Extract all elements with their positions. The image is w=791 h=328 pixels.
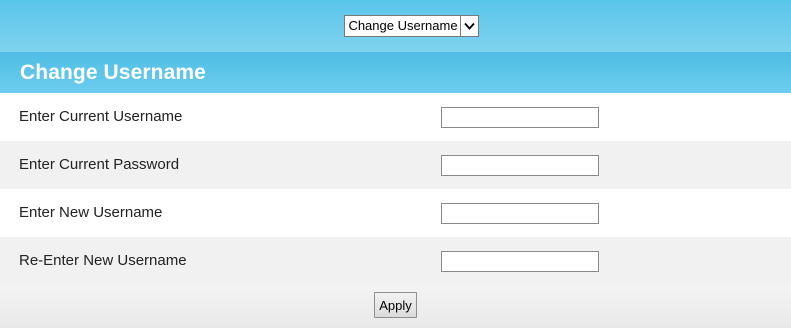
page-select-dropdown[interactable]: Change Username bbox=[344, 15, 479, 37]
form-row-reenter-username: Re-Enter New Username bbox=[0, 237, 791, 285]
top-bar: Change Username bbox=[0, 0, 791, 52]
chevron-down-icon[interactable] bbox=[459, 16, 478, 36]
apply-button[interactable]: Apply bbox=[374, 292, 417, 318]
new-username-input[interactable] bbox=[441, 203, 599, 224]
new-username-label: Enter New Username bbox=[19, 204, 163, 221]
apply-row: Apply bbox=[0, 285, 791, 328]
form-row-current-password: Enter Current Password bbox=[0, 141, 791, 189]
reenter-username-input[interactable] bbox=[441, 251, 599, 272]
page-select-value: Change Username bbox=[348, 18, 458, 33]
section-title: Change Username bbox=[20, 60, 206, 84]
current-password-input[interactable] bbox=[441, 155, 599, 176]
change-username-page: Change Username Change Username Enter Cu… bbox=[0, 0, 791, 328]
reenter-username-label: Re-Enter New Username bbox=[19, 252, 187, 269]
current-password-label: Enter Current Password bbox=[19, 156, 180, 173]
current-username-label: Enter Current Username bbox=[19, 108, 183, 125]
form-row-new-username: Enter New Username bbox=[0, 189, 791, 237]
current-username-input[interactable] bbox=[441, 107, 599, 128]
form-row-current-username: Enter Current Username bbox=[0, 93, 791, 141]
section-header: Change Username bbox=[0, 52, 791, 93]
